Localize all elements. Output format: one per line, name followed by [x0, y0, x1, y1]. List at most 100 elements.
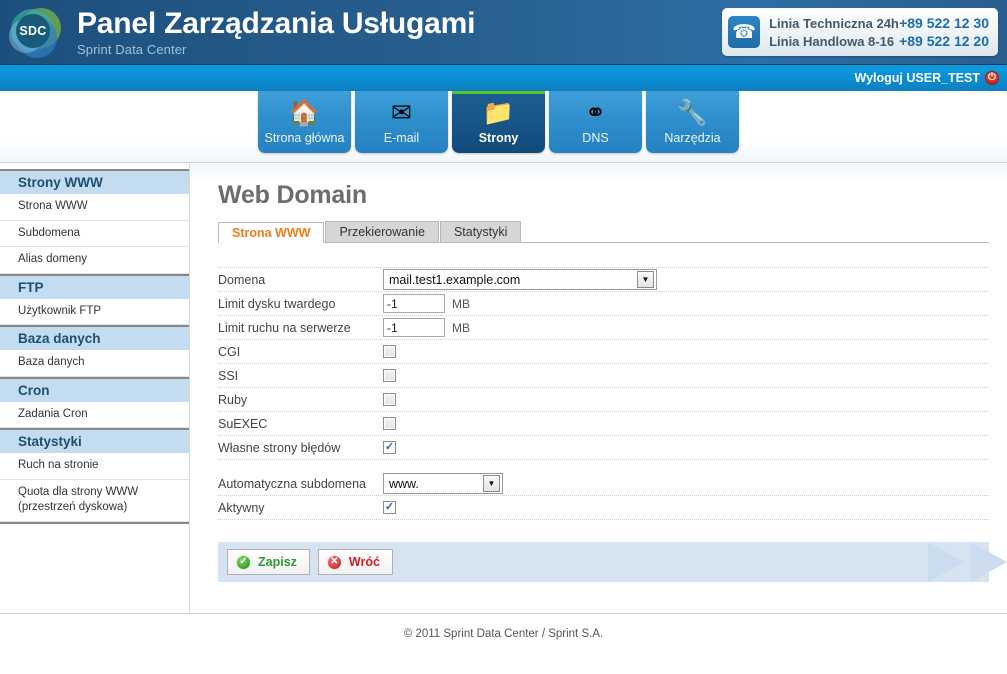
chevron-down-icon[interactable]: ▼ [483, 475, 500, 492]
form-row-aktywny: Aktywny ✓ [218, 496, 989, 520]
form-row-suexec: SuEXEC [218, 412, 989, 436]
sidebar-heading-ftp: FTP [0, 275, 189, 299]
contact-number-technical: +89 522 12 30 [899, 15, 989, 31]
main-navigation: 🏠 Strona główna ✉ E-mail 📁 Strony ⚭ DNS … [0, 91, 1007, 163]
header-title-block: Panel Zarządzania Usługami Sprint Data C… [77, 6, 476, 57]
control-ruby [383, 393, 396, 406]
sidebar-heading-strony-www: Strony WWW [0, 171, 189, 194]
sidebar-heading-statystyki: Statystyki [0, 430, 189, 454]
nav-tab-label: E-mail [383, 131, 420, 145]
app-subtitle: Sprint Data Center [77, 41, 187, 57]
form-row-automatyczna-subdomena: Automatyczna subdomena www. ▼ [218, 472, 989, 496]
control-ssi [383, 369, 396, 382]
auto-subdomain-select[interactable]: www. ▼ [383, 473, 503, 494]
nav-tab-narzedzia[interactable]: 🔧 Narzędzia [646, 91, 739, 153]
disk-limit-input[interactable] [383, 294, 445, 313]
chevron-down-icon[interactable]: ▼ [637, 271, 654, 288]
contact-line-technical: Linia Techniczna 24h +89 522 12 30 [769, 15, 989, 31]
form-row-limit-ruchu: Limit ruchu na serwerze MB [218, 316, 989, 340]
phone-icon: ☎ [728, 16, 761, 48]
active-checkbox[interactable]: ✓ [383, 501, 396, 514]
sidebar-item-ruch-na-stronie[interactable]: Ruch na stronie [0, 453, 189, 480]
logout-button[interactable]: Wyloguj USER_TEST ⏻ [855, 71, 999, 85]
nav-tab-label: Strony [478, 131, 519, 145]
disk-limit-unit: MB [452, 296, 470, 311]
chevron-decoration [928, 542, 1007, 582]
control-cgi [383, 345, 396, 358]
label-aktywny: Aktywny [218, 500, 265, 515]
sdc-logo: SDC [9, 6, 65, 58]
sidebar: Strony WWW Strona WWW Subdomena Alias do… [0, 163, 190, 613]
contact-number-sales: +89 522 12 20 [899, 33, 989, 49]
back-button-label: Wróć [348, 555, 380, 569]
checkmark-icon: ✓ [384, 501, 395, 513]
nav-tab-email[interactable]: ✉ E-mail [355, 91, 448, 153]
sidebar-group-baza-danych: Baza danych Baza danych [0, 325, 189, 377]
contact-line-sales: Linia Handlowa 8-16 +89 522 12 20 [769, 33, 989, 49]
form-row-wlasne-strony-bledow: Własne strony błędów ✓ [218, 436, 989, 460]
label-wlasne-strony-bledow: Własne strony błędów [218, 440, 341, 455]
control-wlasne-strony-bledow: ✓ [383, 441, 396, 454]
app-title: Panel Zarządzania Usługami [77, 6, 476, 40]
copyright-text: © 2011 Sprint Data Center / Sprint S.A. [403, 628, 604, 640]
cancel-circle-icon: ✕ [326, 554, 342, 570]
save-button-label: Zapisz [258, 555, 297, 569]
domain-select[interactable]: mail.test1.example.com ▼ [383, 269, 657, 290]
cgi-checkbox[interactable] [383, 345, 396, 358]
content-tabs: Strona WWW Przekierowanie Statystyki [218, 221, 989, 243]
sidebar-item-strona-www[interactable]: Strona WWW [0, 194, 189, 221]
tab-przekierowanie[interactable]: Przekierowanie [325, 221, 439, 242]
form-row-cgi: CGI [218, 340, 989, 364]
suexec-checkbox[interactable] [383, 417, 396, 430]
sidebar-item-quota-strony-www[interactable]: Quota dla strony WWW (przestrzeń dyskowa… [0, 480, 189, 522]
traffic-limit-unit: MB [452, 320, 470, 335]
contact-lines: Linia Techniczna 24h +89 522 12 30 Linia… [769, 15, 989, 49]
chevron-shape-1 [928, 542, 964, 582]
nav-tab-strona-glowna[interactable]: 🏠 Strona główna [258, 91, 351, 153]
control-limit-dysku: MB [383, 294, 470, 313]
page-title: Web Domain [218, 181, 367, 209]
ruby-checkbox[interactable] [383, 393, 396, 406]
form-row-ssi: SSI [218, 364, 989, 388]
label-ssi: SSI [218, 368, 239, 383]
sidebar-item-zadania-cron[interactable]: Zadania Cron [0, 402, 189, 429]
envelope-icon: ✉ [391, 98, 412, 127]
action-bar: ✓ Zapisz ✕ Wróć [218, 542, 1007, 582]
label-cgi: CGI [218, 344, 241, 359]
sidebar-item-uzytkownik-ftp[interactable]: Użytkownik FTP [0, 299, 189, 326]
tab-statystyki[interactable]: Statystyki [439, 221, 522, 242]
power-icon[interactable]: ⏻ [985, 71, 999, 85]
nav-tab-label: Narzędzia [664, 131, 721, 145]
back-button[interactable]: ✕ Wróć [317, 549, 393, 575]
app-header: SDC Panel Zarządzania Usługami Sprint Da… [0, 0, 1007, 65]
sidebar-item-alias-domeny[interactable]: Alias domeny [0, 247, 189, 274]
control-limit-ruchu: MB [383, 318, 470, 337]
nav-tab-strony[interactable]: 📁 Strony [452, 91, 545, 153]
control-suexec [383, 417, 396, 430]
checkmark-icon: ✓ [384, 441, 395, 453]
ssi-checkbox[interactable] [383, 369, 396, 382]
form-row-limit-dysku: Limit dysku twardego MB [218, 292, 989, 316]
page-footer: © 2011 Sprint Data Center / Sprint S.A. [0, 613, 1007, 673]
web-domain-form: Domena mail.test1.example.com ▼ Limit dy… [218, 267, 989, 520]
error-pages-checkbox[interactable]: ✓ [383, 441, 396, 454]
save-button[interactable]: ✓ Zapisz [227, 549, 310, 575]
label-suexec: SuEXEC [218, 416, 268, 431]
tab-strona-www[interactable]: Strona WWW [218, 222, 325, 243]
label-domena: Domena [218, 272, 266, 287]
nav-tab-dns[interactable]: ⚭ DNS [549, 91, 642, 153]
sidebar-item-baza-danych[interactable]: Baza danych [0, 350, 189, 377]
contact-box: ☎ Linia Techniczna 24h +89 522 12 30 Lin… [722, 8, 998, 56]
form-row-ruby: Ruby [218, 388, 989, 412]
sidebar-group-strony-www: Strony WWW Strona WWW Subdomena Alias do… [0, 169, 189, 274]
contact-label-sales: Linia Handlowa 8-16 [769, 34, 895, 49]
control-domena: mail.test1.example.com ▼ [383, 269, 657, 290]
sidebar-item-subdomena[interactable]: Subdomena [0, 221, 189, 248]
sidebar-group-cron: Cron Zadania Cron [0, 376, 189, 429]
traffic-limit-input[interactable] [383, 318, 445, 337]
utility-bar: Wyloguj USER_TEST ⏻ [0, 65, 1007, 91]
label-limit-dysku: Limit dysku twardego [218, 296, 336, 311]
logo-text: SDC [19, 24, 47, 38]
sidebar-group-statystyki: Statystyki Ruch na stronie Quota dla str… [0, 428, 189, 522]
check-circle-icon: ✓ [236, 554, 251, 570]
